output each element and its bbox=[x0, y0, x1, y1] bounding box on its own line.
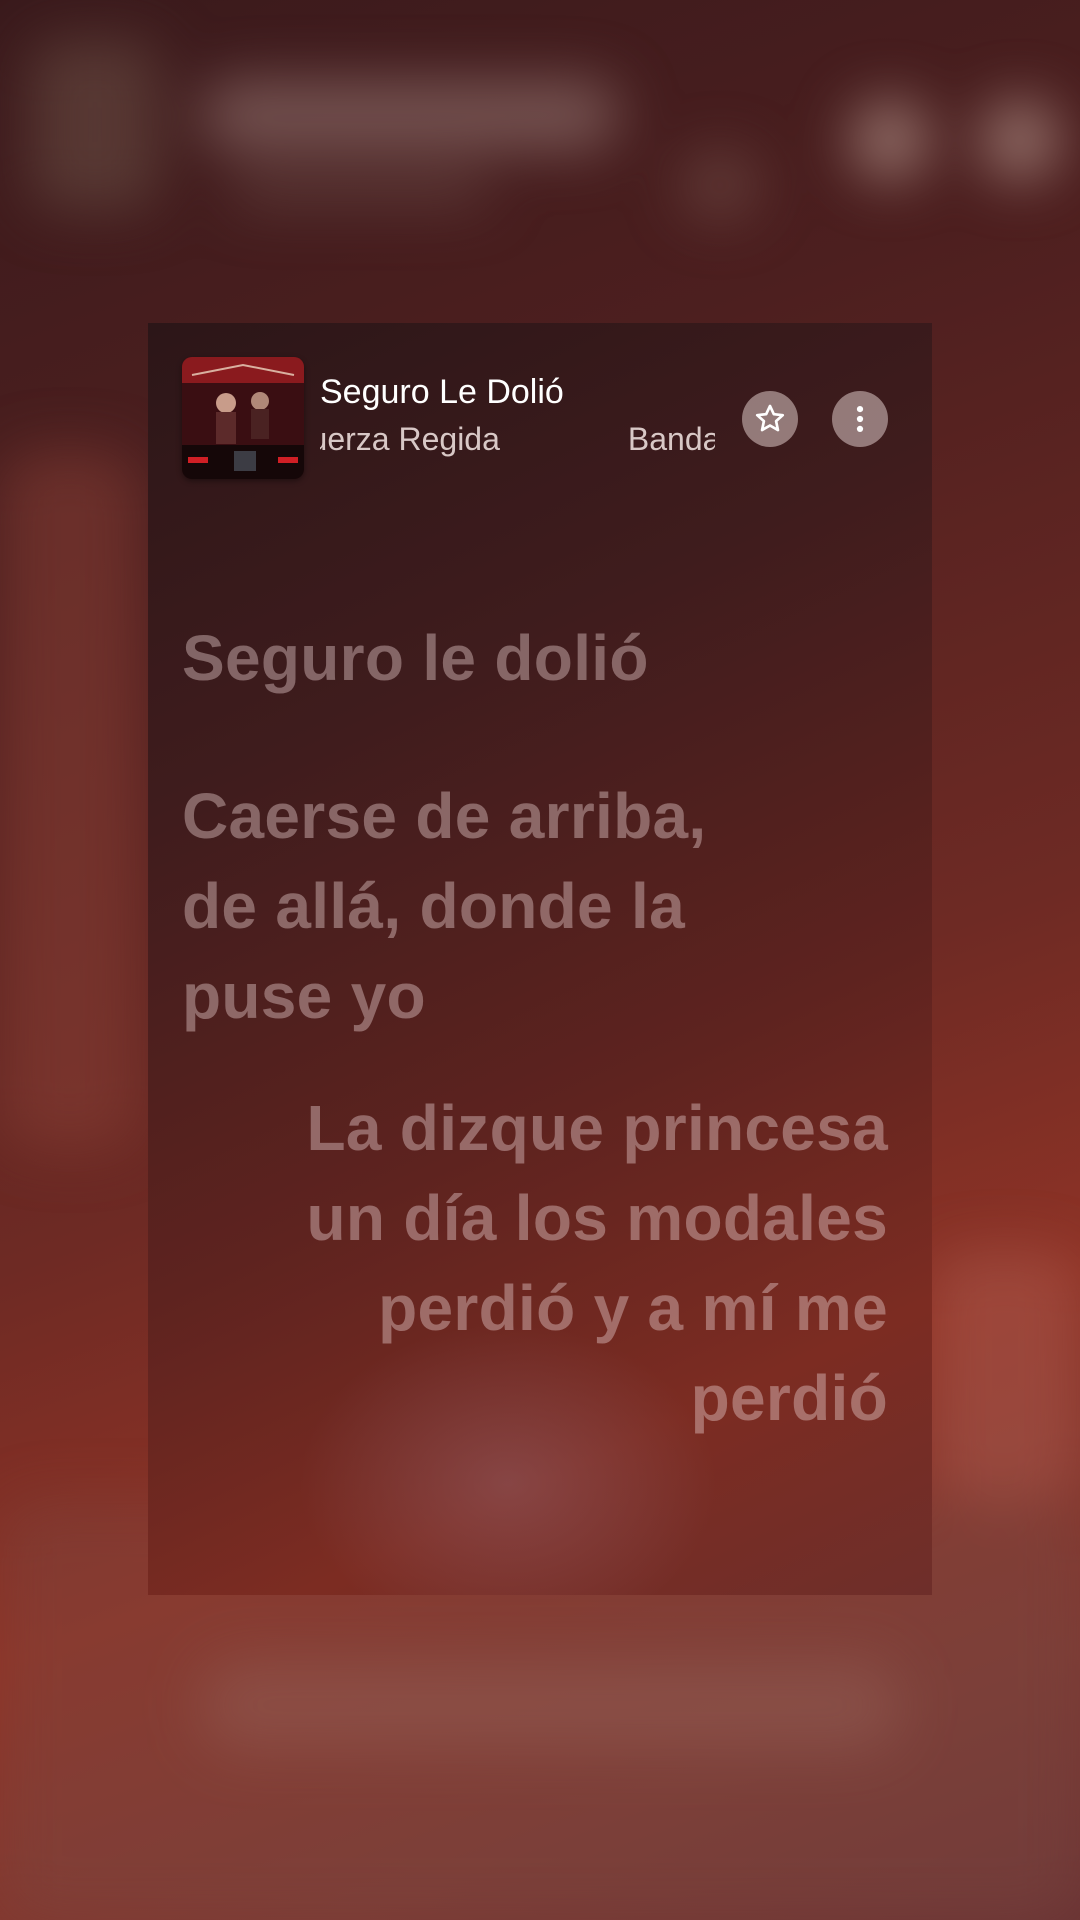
favorite-button[interactable] bbox=[742, 391, 798, 447]
artist-name: Banda MS bbox=[627, 421, 715, 457]
star-outline-icon bbox=[755, 404, 785, 432]
now-playing-header: Seguro Le Dolió Fuerza Regida Banda MS bbox=[148, 323, 932, 479]
album-art[interactable] bbox=[182, 357, 304, 479]
lyrics-share-card: Seguro Le Dolió Fuerza Regida Banda MS Se… bbox=[148, 323, 932, 1595]
lyric-line: Caerse de arriba, de allá, donde la puse… bbox=[182, 780, 707, 1032]
artist-name: Fuerza Regida bbox=[320, 421, 500, 457]
song-title: Seguro Le Dolió bbox=[320, 373, 564, 411]
more-options-button[interactable] bbox=[832, 391, 888, 447]
more-vertical-icon bbox=[856, 405, 864, 433]
artist-marquee: Fuerza Regida Banda MS bbox=[320, 421, 715, 465]
lyric-line: Seguro le dolió bbox=[182, 622, 649, 694]
lyric-line: La dizque princesa un día los modales pe… bbox=[306, 1092, 888, 1434]
